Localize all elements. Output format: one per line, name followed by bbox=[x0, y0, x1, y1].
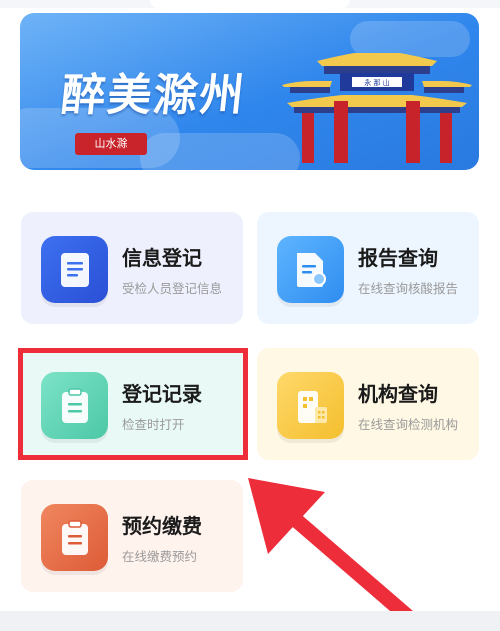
card-subtitle: 在线查询检测机构 bbox=[358, 417, 459, 432]
highlight-box bbox=[18, 348, 248, 460]
top-strip bbox=[0, 0, 500, 8]
card-subtitle: 在线查询核酸报告 bbox=[358, 281, 459, 296]
report-search-icon bbox=[277, 236, 344, 303]
paifang-gate-illustration: 永 那 山 bbox=[282, 53, 472, 163]
building-icon bbox=[277, 372, 344, 439]
clipboard-icon bbox=[41, 504, 108, 571]
card-institution-query[interactable]: 机构查询 在线查询检测机构 bbox=[257, 348, 479, 460]
card-title: 信息登记 bbox=[122, 246, 202, 270]
gate-plaque-text: 永 那 山 bbox=[364, 78, 389, 87]
bottom-strip bbox=[0, 611, 500, 631]
card-title: 机构查询 bbox=[358, 382, 438, 406]
annotation-arrow bbox=[248, 478, 420, 628]
card-subtitle: 受检人员登记信息 bbox=[122, 281, 223, 296]
card-report-query[interactable]: 报告查询 在线查询核酸报告 bbox=[257, 212, 479, 324]
cloud-shape bbox=[140, 133, 300, 170]
seal-logo: 山水滁 bbox=[75, 133, 147, 155]
card-title: 预约缴费 bbox=[122, 514, 202, 538]
banner[interactable]: 醉美滁州 山水滁 永 那 山 bbox=[20, 13, 479, 170]
banner-title: 醉美滁州 bbox=[58, 70, 249, 121]
card-info-registration[interactable]: 信息登记 受检人员登记信息 bbox=[21, 212, 243, 324]
card-title: 报告查询 bbox=[358, 246, 438, 270]
card-subtitle: 在线缴费预约 bbox=[122, 549, 198, 564]
top-pill bbox=[150, 0, 350, 8]
document-icon bbox=[41, 236, 108, 303]
card-appointment-payment[interactable]: 预约缴费 在线缴费预约 bbox=[21, 480, 243, 592]
